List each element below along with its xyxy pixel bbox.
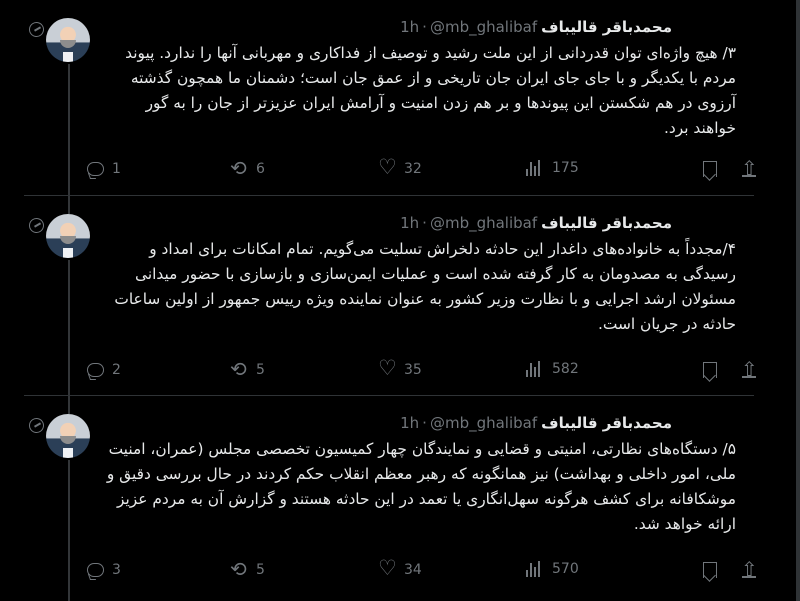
bookmark-icon — [700, 361, 718, 379]
avatar[interactable] — [46, 18, 90, 62]
heart-icon — [378, 556, 397, 580]
reply-count: 3 — [112, 562, 121, 578]
retweet-button[interactable]: 5 — [230, 357, 265, 381]
reply-icon — [86, 561, 104, 579]
reply-count: 1 — [112, 161, 121, 177]
retweet-count: 5 — [256, 362, 265, 378]
bookmark-button[interactable] — [700, 361, 718, 379]
share-button[interactable] — [740, 557, 758, 581]
views-icon — [526, 361, 544, 377]
user-handle[interactable]: @mb_ghalibaf — [430, 18, 537, 36]
share-icon — [740, 357, 758, 381]
tweet-actions: 3 5 34 570 — [86, 556, 758, 583]
retweet-button[interactable]: 5 — [230, 557, 265, 581]
tweet-header: 1h · @mb_ghalibaf محمدباقر قالیباف — [400, 214, 672, 236]
thread-line — [68, 396, 70, 414]
view-count: 175 — [552, 160, 579, 176]
like-count: 32 — [404, 161, 422, 177]
views-button[interactable]: 582 — [526, 361, 579, 377]
thread-line — [68, 260, 70, 396]
views-icon — [526, 561, 544, 577]
thread-line — [68, 460, 70, 601]
tweet[interactable]: 1h · @mb_ghalibaf محمدباقر قالیباف ۵/ دستگا… — [24, 396, 758, 601]
separator-dot: · — [422, 18, 427, 36]
retweet-button[interactable]: 6 — [230, 156, 265, 180]
thread-line — [68, 196, 70, 214]
tweet-text: ۴/مجدداً به خانواده‌های داغدار این حادثه… — [114, 240, 736, 333]
bookmark-icon — [700, 160, 718, 178]
heart-icon — [378, 155, 397, 179]
thread-line — [68, 64, 70, 196]
user-name[interactable]: محمدباقر قالیباف — [541, 214, 672, 232]
views-icon — [526, 160, 544, 176]
reply-button[interactable]: 2 — [86, 361, 121, 379]
user-name[interactable]: محمدباقر قالیباف — [541, 414, 672, 432]
reply-icon — [86, 160, 104, 178]
tweet-actions: 1 6 32 175 — [86, 155, 758, 182]
view-count: 582 — [552, 361, 579, 377]
tweet[interactable]: 1h · @mb_ghalibaf محمدباقر قالیباف ۳/ هیچ و… — [24, 0, 758, 196]
like-button[interactable]: 32 — [378, 155, 422, 179]
reply-count: 2 — [112, 362, 121, 378]
heart-icon — [378, 356, 397, 380]
grok-icon[interactable] — [24, 418, 48, 432]
views-button[interactable]: 175 — [526, 160, 579, 176]
right-edge-border — [796, 0, 800, 601]
like-button[interactable]: 34 — [378, 556, 422, 580]
tweet[interactable]: 1h · @mb_ghalibaf محمدباقر قالیباف ۴/مجدداً… — [24, 196, 758, 396]
bookmark-icon — [700, 561, 718, 579]
retweet-icon — [230, 557, 248, 581]
avatar[interactable] — [46, 414, 90, 458]
retweet-icon — [230, 156, 248, 180]
tweet-header: 1h · @mb_ghalibaf محمدباقر قالیباف — [400, 414, 672, 436]
view-count: 570 — [552, 561, 579, 577]
tweet-actions: 2 5 35 582 — [86, 356, 758, 383]
user-name[interactable]: محمدباقر قالیباف — [541, 18, 672, 36]
retweet-count: 6 — [256, 161, 265, 177]
retweet-count: 5 — [256, 562, 265, 578]
tweet-text: ۵/ دستگاه‌های نظارتی، امنیتی و قضایی و ن… — [106, 440, 736, 533]
reply-button[interactable]: 1 — [86, 160, 121, 178]
bookmark-button[interactable] — [700, 561, 718, 579]
avatar[interactable] — [46, 214, 90, 258]
tweet-time[interactable]: 1h — [400, 414, 419, 432]
user-handle[interactable]: @mb_ghalibaf — [430, 214, 537, 232]
tweet-time[interactable]: 1h — [400, 18, 419, 36]
bookmark-button[interactable] — [700, 160, 718, 178]
like-button[interactable]: 35 — [378, 356, 422, 380]
like-count: 34 — [404, 562, 422, 578]
share-icon — [740, 557, 758, 581]
share-button[interactable] — [740, 357, 758, 381]
reply-icon — [86, 361, 104, 379]
reply-button[interactable]: 3 — [86, 561, 121, 579]
views-button[interactable]: 570 — [526, 561, 579, 577]
user-handle[interactable]: @mb_ghalibaf — [430, 414, 537, 432]
tweet-time[interactable]: 1h — [400, 214, 419, 232]
grok-icon[interactable] — [24, 22, 48, 36]
like-count: 35 — [404, 362, 422, 378]
tweet-text: ۳/ هیچ واژه‌ای توان قدردانی از این ملت ر… — [125, 44, 736, 137]
retweet-icon — [230, 357, 248, 381]
tweet-header: 1h · @mb_ghalibaf محمدباقر قالیباف — [400, 18, 672, 40]
share-button[interactable] — [740, 156, 758, 180]
separator-dot: · — [422, 414, 427, 432]
share-icon — [740, 156, 758, 180]
grok-icon[interactable] — [24, 218, 48, 232]
separator-dot: · — [422, 214, 427, 232]
